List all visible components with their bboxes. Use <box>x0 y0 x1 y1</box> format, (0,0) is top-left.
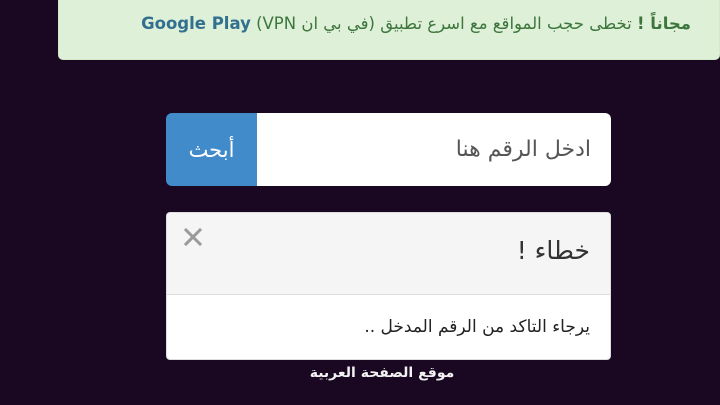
footer-credit: موقع الصفحة العربية <box>309 365 455 381</box>
search-button[interactable]: أبحث <box>166 113 257 186</box>
promo-free-label: مجاناً ! <box>637 14 691 33</box>
close-icon[interactable] <box>181 225 205 249</box>
error-alert: خطاء ! يرجاء التاكد من الرقم المدخل .. <box>166 212 611 360</box>
promo-message: تخطى حجب المواقع مع اسرع تطبيق (في بي ان… <box>256 14 632 33</box>
error-header: خطاء ! <box>167 213 610 295</box>
promo-banner: مجاناً ! تخطى حجب المواقع مع اسرع تطبيق … <box>58 0 720 60</box>
google-play-link[interactable]: Google Play <box>141 14 251 33</box>
error-title: خطاء ! <box>516 236 590 265</box>
search-bar: أبحث <box>166 113 611 186</box>
error-message: يرجاء التاكد من الرقم المدخل .. <box>364 317 590 337</box>
number-input[interactable] <box>257 113 611 186</box>
